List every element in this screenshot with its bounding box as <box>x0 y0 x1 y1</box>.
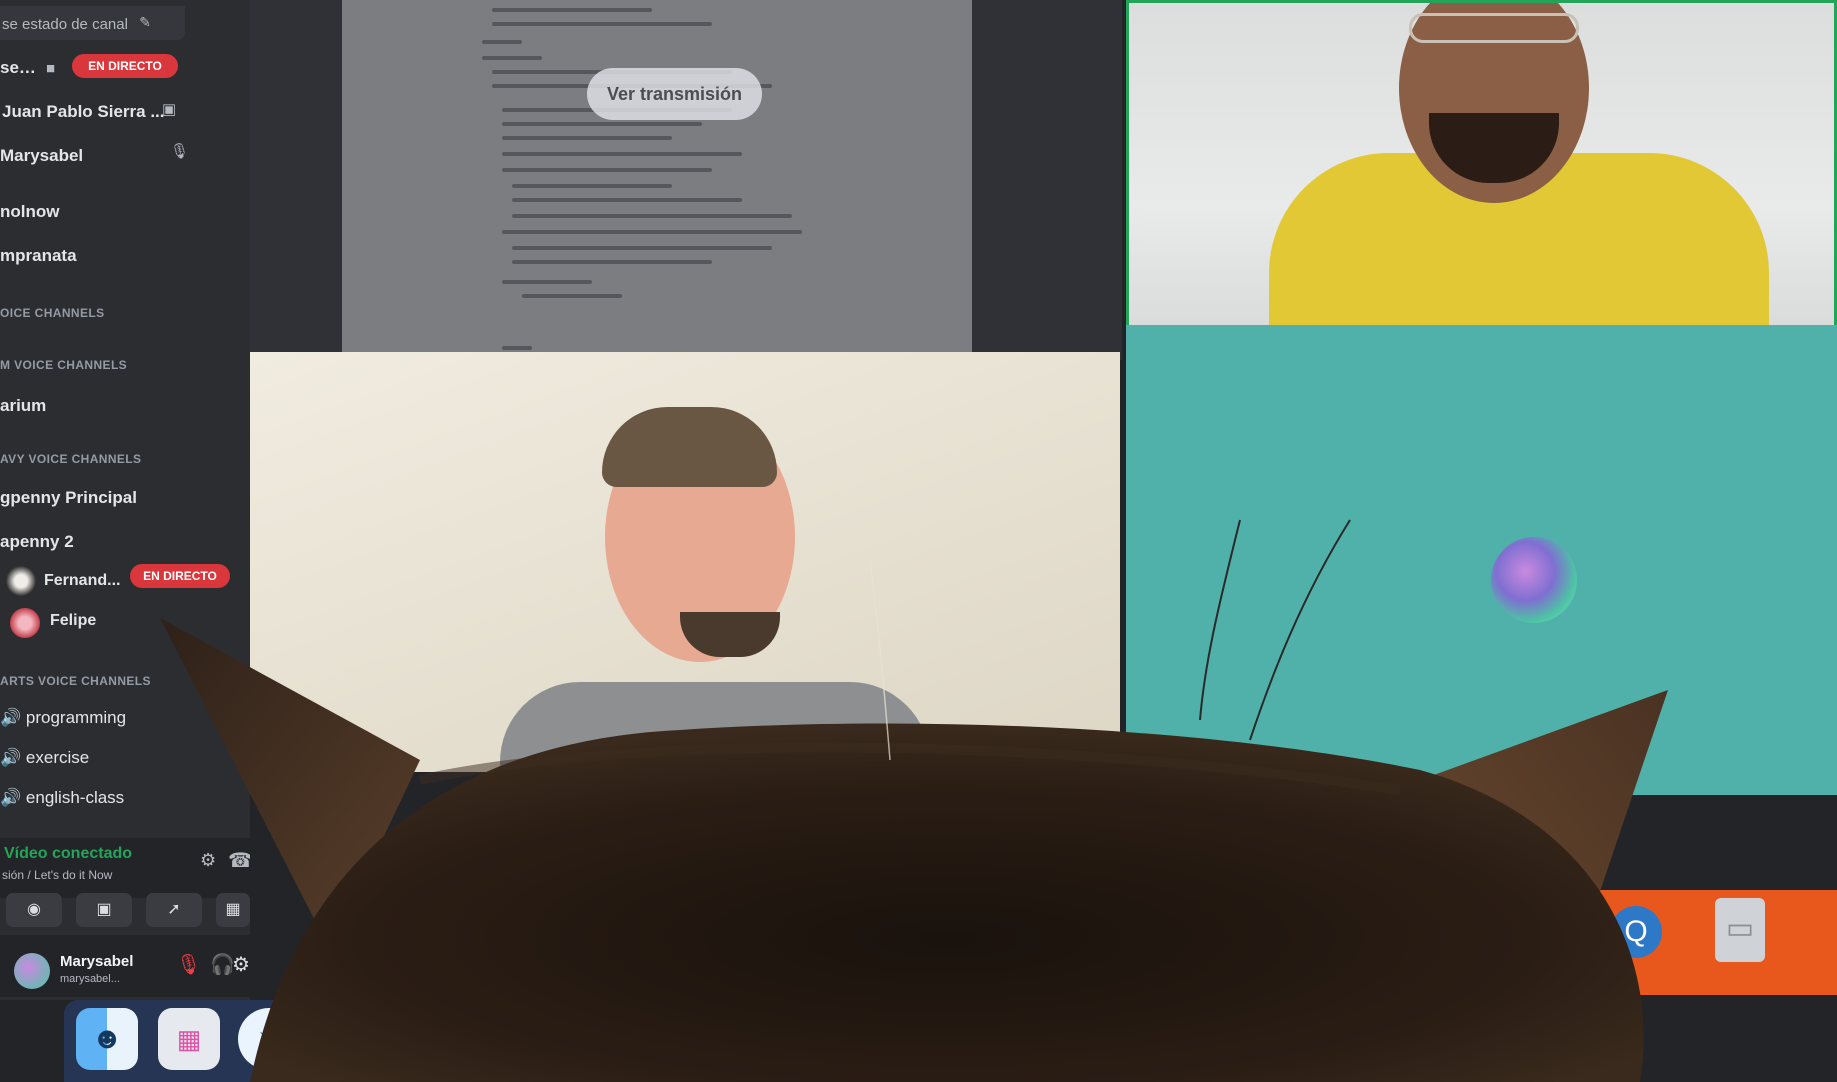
screen: Ver transmisión se estado de canal ✎ se…… <box>0 0 1837 1082</box>
cat-foreground <box>160 519 1668 1082</box>
